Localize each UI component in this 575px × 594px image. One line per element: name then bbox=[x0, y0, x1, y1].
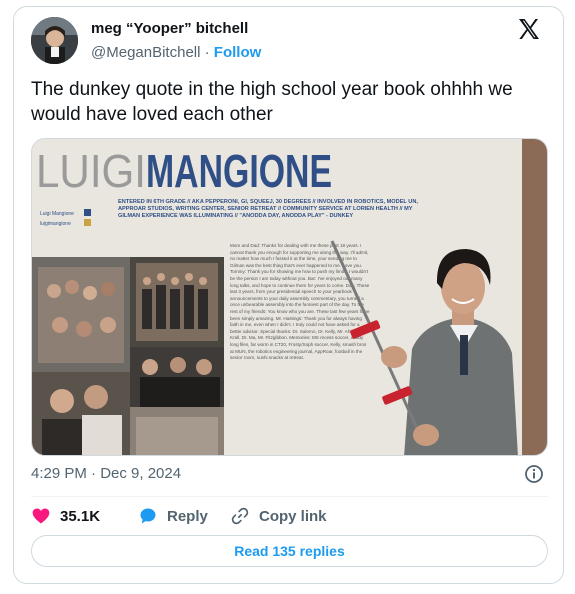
tweet-text: The dunkey quote in the high school year… bbox=[31, 79, 513, 125]
divider bbox=[31, 496, 548, 497]
yearbook-social-2: luigimangione bbox=[40, 221, 71, 227]
separator-dot: · bbox=[204, 44, 210, 61]
yearbook-social-1: Luigi Mangione bbox=[40, 211, 74, 217]
info-icon[interactable] bbox=[524, 464, 544, 484]
yearbook-bio: ENTERED IN 6TH GRADE // AKA PEPPERONI, G… bbox=[118, 199, 418, 220]
reply-bubble-icon bbox=[140, 508, 156, 524]
yearbook-last-name: MANGIONE bbox=[146, 145, 332, 197]
like-count: 35.1K bbox=[60, 507, 101, 525]
display-name[interactable]: meg “Yooper” bitchell bbox=[91, 20, 248, 37]
avatar[interactable] bbox=[31, 17, 78, 64]
yearbook-body-text: Mom and Dad: Thanks for dealing with me … bbox=[230, 243, 370, 361]
copy-link-button[interactable]: Copy link bbox=[230, 504, 327, 528]
reply-button[interactable]: Reply bbox=[138, 504, 208, 528]
yearbook-first-name: LUIGI bbox=[36, 145, 146, 197]
handle-line: @MeganBitchell · Follow bbox=[91, 44, 261, 61]
copy-link-label: Copy link bbox=[259, 507, 327, 525]
follow-button[interactable]: Follow bbox=[214, 44, 262, 61]
read-replies-button[interactable]: Read 135 replies bbox=[31, 535, 548, 567]
tweet-photo[interactable]: LUIGI MANGIONE Luigi Mangione luigimangi… bbox=[31, 138, 548, 456]
timestamp[interactable]: 4:29 PM · Dec 9, 2024 bbox=[31, 465, 181, 482]
user-handle[interactable]: @MeganBitchell bbox=[91, 44, 200, 61]
like-button[interactable]: 35.1K bbox=[31, 504, 100, 528]
x-logo-icon[interactable] bbox=[517, 17, 541, 41]
tweet-card: meg “Yooper” bitchell @MeganBitchell · F… bbox=[13, 6, 564, 584]
yearbook-photo: LUIGI MANGIONE Luigi Mangione luigimangi… bbox=[32, 139, 547, 455]
link-icon bbox=[231, 507, 249, 525]
reply-label: Reply bbox=[167, 507, 208, 525]
heart-icon bbox=[32, 508, 50, 524]
